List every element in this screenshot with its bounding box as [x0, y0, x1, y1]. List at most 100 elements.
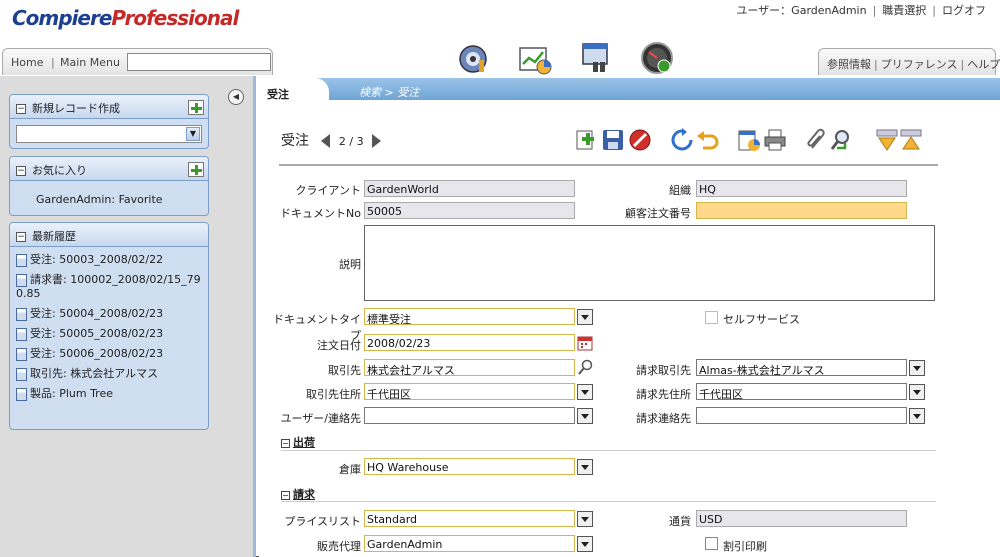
chevron-down-icon[interactable]: [909, 360, 925, 376]
top-links: ユーザー：GardenAdmin | 職責選択 | ログオフ: [730, 2, 992, 18]
page-title: 受注: [281, 133, 309, 149]
document-icon: [16, 367, 27, 381]
performance-icon[interactable]: [455, 40, 491, 76]
collapse-sidebar-icon[interactable]: ◀: [228, 89, 244, 105]
discount-print-checkbox[interactable]: [705, 537, 718, 550]
document-icon: [16, 307, 27, 321]
main-menu-link[interactable]: Main Menu: [60, 56, 120, 69]
chevron-down-icon[interactable]: [577, 384, 593, 400]
pricelist-select[interactable]: Standard: [364, 510, 575, 527]
document-icon: [16, 387, 27, 401]
dashboard-gauge-icon[interactable]: [639, 40, 675, 76]
collapse-panel-icon[interactable]: −: [16, 232, 26, 242]
user-link[interactable]: ユーザー：GardenAdmin: [730, 4, 872, 17]
favorites-panel: − お気に入り GardenAdmin: Favorite: [9, 156, 209, 216]
recent-item[interactable]: 受注: 50005_2008/02/23: [16, 327, 204, 341]
save-icon[interactable]: [601, 128, 625, 152]
discount-print-label: 割引印刷: [723, 540, 767, 553]
add-icon[interactable]: [188, 100, 204, 115]
bp-field[interactable]: 株式会社アルマス: [364, 359, 575, 376]
previous-record-icon[interactable]: [321, 134, 331, 148]
salesrep-select[interactable]: GardenAdmin: [364, 535, 575, 552]
warehouse-select[interactable]: HQ Warehouse: [364, 458, 575, 475]
right-nav: 参照情報 | プリファレンス | ヘルプ: [818, 48, 1000, 75]
logoff-link[interactable]: ログオフ: [936, 4, 992, 17]
help-link[interactable]: ヘルプ: [967, 58, 1000, 71]
collapse-panel-icon[interactable]: −: [16, 104, 26, 114]
shipping-section-header[interactable]: − 出荷: [281, 434, 315, 450]
down-icon[interactable]: [875, 128, 899, 152]
orderdate-field[interactable]: 2008/02/23: [364, 334, 575, 351]
main-content: 受注 2 / 3 クライアント GardenWorld 組織 HQ ドキュメント…: [259, 100, 1000, 557]
recent-item[interactable]: 請求書: 100002_2008/02/15_790.85: [16, 273, 204, 301]
zoom-icon[interactable]: [829, 128, 853, 152]
billcontact-select[interactable]: [696, 407, 907, 424]
chevron-down-icon[interactable]: [577, 536, 593, 552]
billloc-select[interactable]: 千代田区: [696, 383, 907, 400]
recent-item[interactable]: 受注: 50004_2008/02/23: [16, 307, 204, 321]
docno-label: ドキュメントNo: [280, 207, 361, 220]
window-search-icon[interactable]: [579, 40, 615, 76]
description-label: 説明: [339, 258, 361, 271]
chevron-down-icon[interactable]: [909, 384, 925, 400]
chevron-down-icon[interactable]: [577, 309, 593, 325]
po-field[interactable]: [696, 202, 907, 219]
pricelist-label: プライスリスト: [284, 515, 361, 528]
contact-select[interactable]: [364, 407, 575, 424]
recent-panel: − 最新履歴 受注: 50003_2008/02/22 請求書: 100002_2…: [9, 222, 209, 430]
new-record-panel: − 新規レコード作成 ▼: [9, 94, 209, 149]
new-record-select[interactable]: ▼: [16, 125, 202, 143]
collapse-section-icon[interactable]: −: [281, 438, 290, 448]
chart-icon[interactable]: [517, 40, 553, 76]
billbp-select[interactable]: Almas-株式会社アルマス: [696, 359, 907, 376]
report-icon[interactable]: [737, 128, 761, 152]
contact-label: ユーザー/連絡先: [280, 412, 362, 425]
recent-title: 最新履歴: [32, 230, 76, 243]
print-icon[interactable]: [763, 128, 787, 152]
description-field[interactable]: [364, 225, 935, 301]
recent-item[interactable]: 受注: 50003_2008/02/22: [16, 253, 204, 267]
refresh-icon[interactable]: [670, 128, 694, 152]
add-favorite-icon[interactable]: [188, 162, 204, 177]
divider: [279, 164, 938, 166]
chevron-down-icon[interactable]: [577, 408, 593, 424]
org-field: HQ: [696, 180, 907, 197]
document-icon: [16, 347, 27, 361]
doctype-select[interactable]: 標準受注: [364, 308, 575, 325]
preference-link[interactable]: プリファレンス: [881, 58, 958, 71]
attachment-icon[interactable]: [805, 128, 829, 152]
chevron-down-icon[interactable]: [909, 408, 925, 424]
new-record-icon[interactable]: [575, 128, 599, 152]
breadcrumb[interactable]: 検索 > 受注: [359, 84, 419, 100]
calendar-icon[interactable]: [577, 335, 593, 351]
window-title-bar: 受注 2 / 3: [281, 130, 382, 150]
client-field: GardenWorld: [364, 180, 575, 197]
currency-field: USD: [696, 510, 907, 527]
chevron-down-icon[interactable]: [577, 459, 593, 475]
next-record-icon[interactable]: [372, 134, 382, 148]
selfservice-checkbox[interactable]: [705, 311, 718, 324]
menu-search-input[interactable]: [127, 53, 271, 71]
header: CompiereProfessional ユーザー：GardenAdmin | 職責…: [0, 0, 1000, 78]
delete-icon[interactable]: [628, 128, 652, 152]
undo-icon[interactable]: [695, 128, 719, 152]
role-select-link[interactable]: 職責選択: [876, 4, 932, 17]
favorite-item[interactable]: GardenAdmin: Favorite: [10, 181, 208, 215]
chevron-down-icon[interactable]: ▼: [186, 127, 200, 141]
info-link[interactable]: 参照情報: [827, 58, 871, 71]
up-icon[interactable]: [899, 128, 923, 152]
favorites-title: お気に入り: [32, 164, 87, 177]
bploc-select[interactable]: 千代田区: [364, 383, 575, 400]
recent-item[interactable]: 製品: Plum Tree: [16, 387, 204, 401]
document-icon: [16, 253, 27, 267]
collapse-panel-icon[interactable]: −: [16, 166, 26, 176]
collapse-section-icon[interactable]: −: [281, 490, 290, 500]
recent-item[interactable]: 取引先: 株式会社アルマス: [16, 367, 204, 381]
tab-order[interactable]: 受注: [259, 78, 329, 102]
billing-section-header[interactable]: − 請求: [281, 486, 315, 502]
client-label: クライアント: [295, 184, 361, 197]
search-icon[interactable]: [577, 359, 593, 375]
chevron-down-icon[interactable]: [577, 511, 593, 527]
recent-item[interactable]: 受注: 50006_2008/02/23: [16, 347, 204, 361]
home-link[interactable]: Home: [11, 56, 43, 69]
